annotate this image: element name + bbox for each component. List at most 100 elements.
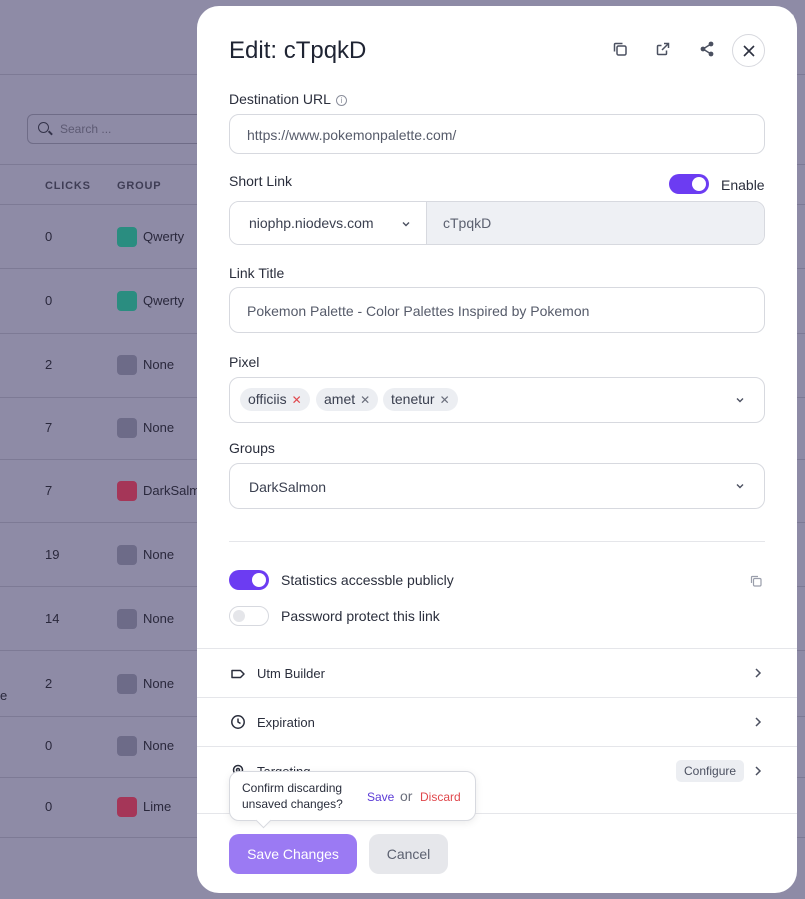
- pixel-chip[interactable]: officiis ✕: [240, 388, 310, 411]
- remove-icon[interactable]: ✕: [360, 393, 370, 407]
- table-row[interactable]: 2 None: [0, 355, 200, 375]
- slug-value: cTpqkD: [443, 215, 492, 231]
- edit-link-modal: Edit: cTpqkD Destination URL i https://ww…: [197, 6, 797, 893]
- domain-value: niophp.niodevs.com: [249, 215, 374, 231]
- popover-save-link[interactable]: Save: [367, 790, 394, 804]
- destination-url-input[interactable]: https://www.pokemonpalette.com/: [229, 114, 765, 154]
- group-color-swatch: [117, 418, 137, 438]
- group-name: DarkSalm: [143, 483, 201, 498]
- clicks-value: 0: [45, 799, 53, 814]
- external-link-icon[interactable]: [654, 40, 672, 58]
- pixel-label: Pixel: [229, 354, 260, 370]
- chevron-down-icon: [402, 222, 410, 227]
- copy-icon[interactable]: [611, 40, 629, 58]
- clicks-value: 2: [45, 676, 53, 691]
- pixel-chip[interactable]: tenetur ✕: [383, 388, 458, 411]
- enable-toggle[interactable]: [669, 174, 709, 194]
- link-title-value: Pokemon Palette - Color Palettes Inspire…: [247, 303, 590, 319]
- destination-url-value: https://www.pokemonpalette.com/: [247, 127, 457, 143]
- table-row[interactable]: 0 Qwerty: [0, 227, 200, 247]
- chevron-down-icon: [736, 484, 744, 489]
- group-name: None: [143, 547, 175, 562]
- section-utm-builder[interactable]: Utm Builder: [197, 649, 797, 697]
- section-expiration[interactable]: Expiration: [197, 698, 797, 746]
- group-name: Qwerty: [143, 293, 185, 308]
- password-toggle[interactable]: [229, 606, 269, 626]
- share-icon[interactable]: [698, 40, 716, 58]
- groups-value: DarkSalmon: [249, 479, 327, 495]
- popover-discard-link[interactable]: Discard: [420, 790, 461, 804]
- group-color-swatch: [117, 674, 137, 694]
- chip-label: tenetur: [391, 391, 435, 407]
- enable-label: Enable: [721, 177, 765, 193]
- group-color-swatch: [117, 355, 137, 375]
- link-title-input[interactable]: Pokemon Palette - Color Palettes Inspire…: [229, 287, 765, 333]
- clicks-value: 0: [45, 229, 53, 244]
- tag-icon: [230, 666, 246, 682]
- group-color-swatch: [117, 227, 137, 247]
- group-color-swatch: [117, 291, 137, 311]
- group-name: None: [143, 420, 175, 435]
- close-button[interactable]: [732, 34, 765, 67]
- groups-label: Groups: [229, 440, 275, 456]
- copy-icon[interactable]: [749, 574, 763, 588]
- group-color-swatch: [117, 545, 137, 565]
- table-row[interactable]: 0 None: [0, 736, 200, 756]
- group-name: None: [143, 611, 175, 626]
- table-row[interactable]: 0 Qwerty: [0, 291, 200, 311]
- group-color-swatch: [117, 797, 137, 817]
- clicks-value: 0: [45, 738, 53, 753]
- remove-icon[interactable]: ✕: [440, 393, 450, 407]
- clicks-value: 7: [45, 483, 53, 498]
- configure-badge[interactable]: Configure: [676, 760, 745, 782]
- search-input[interactable]: Search ...: [27, 114, 217, 144]
- pixel-chip[interactable]: amet ✕: [316, 388, 379, 411]
- group-name: None: [143, 357, 175, 372]
- group-name: None: [143, 738, 175, 753]
- section-label: Utm Builder: [257, 666, 325, 681]
- table-row[interactable]: 14 None: [0, 609, 200, 629]
- close-icon: [742, 44, 755, 57]
- short-link-label: Short Link: [229, 173, 293, 189]
- save-changes-button[interactable]: Save Changes: [229, 834, 357, 874]
- short-link-group: niophp.niodevs.com cTpqkD: [229, 201, 765, 245]
- group-color-swatch: [117, 481, 137, 501]
- statistics-toggle[interactable]: [229, 570, 269, 590]
- domain-select[interactable]: niophp.niodevs.com: [230, 202, 427, 244]
- groups-select[interactable]: DarkSalmon: [229, 463, 765, 509]
- group-name: None: [143, 676, 175, 691]
- clicks-value: 2: [45, 357, 53, 372]
- cancel-button[interactable]: Cancel: [369, 834, 448, 874]
- clicks-value: 7: [45, 420, 53, 435]
- table-row[interactable]: 0 Lime: [0, 797, 200, 817]
- clicks-value: 14: [45, 611, 60, 626]
- column-header-clicks[interactable]: CLICKS: [45, 180, 91, 192]
- table-row[interactable]: 7 DarkSalm: [0, 481, 200, 501]
- clock-icon: [230, 714, 246, 730]
- search-placeholder: Search ...: [60, 122, 112, 136]
- discard-confirm-popover: Confirm discarding unsaved changes? Save…: [229, 771, 476, 821]
- column-header-group[interactable]: GROUP: [117, 180, 161, 192]
- group-name: Lime: [143, 799, 172, 814]
- remove-icon[interactable]: ✕: [292, 393, 302, 407]
- group-color-swatch: [117, 609, 137, 629]
- chevron-right-icon: [755, 717, 762, 727]
- table-row[interactable]: 7 None: [0, 418, 200, 438]
- info-icon[interactable]: i: [335, 95, 347, 106]
- chip-label: officiis: [248, 391, 287, 407]
- group-color-swatch: [117, 736, 137, 756]
- clicks-value: 0: [45, 293, 53, 308]
- statistics-label: Statistics accessble publicly: [281, 572, 454, 588]
- slug-input[interactable]: cTpqkD: [427, 202, 764, 244]
- destination-url-label: Destination URL i: [229, 91, 347, 107]
- password-label: Password protect this link: [281, 608, 440, 624]
- section-label: Expiration: [257, 715, 315, 730]
- link-title-label: Link Title: [229, 265, 285, 281]
- table-row[interactable]: 19 None: [0, 545, 200, 565]
- popover-message: Confirm discarding unsaved changes?: [242, 781, 343, 811]
- chevron-right-icon: [755, 766, 762, 776]
- chevron-right-icon: [755, 668, 762, 678]
- table-row[interactable]: 2 None: [0, 674, 200, 694]
- chip-label: amet: [324, 391, 356, 407]
- chevron-down-icon: [736, 398, 744, 403]
